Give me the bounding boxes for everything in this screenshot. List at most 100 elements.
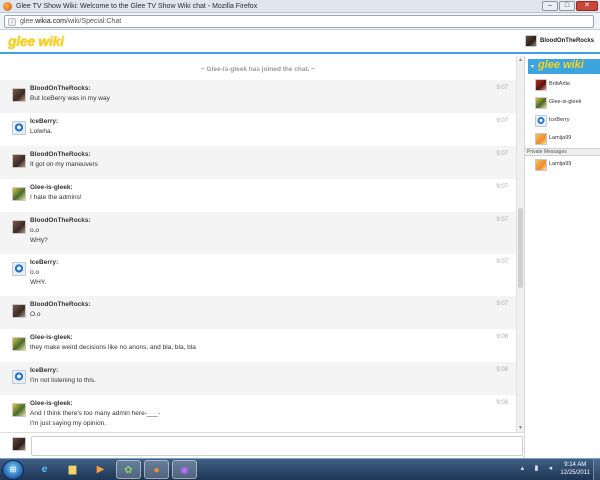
message-username[interactable]: BloodOnTheRocks: (30, 217, 516, 224)
avatar[interactable] (12, 220, 26, 234)
private-message-item[interactable]: Lamija99 (525, 157, 600, 175)
message-text: o.o (30, 269, 40, 276)
chat-message: IceBerry: 9:07 o.o WHY. (0, 254, 516, 296)
chat-message: Glee-is-gleek: 9:08 And I think there's to… (0, 395, 516, 432)
message-input[interactable] (31, 436, 523, 456)
windows-taskbar: ⊞ e ▆ ▶ ✿ ● ◉ ▴ ▮ ◂ 9:14 AM 12/25/2011 (0, 458, 600, 480)
message-username[interactable]: IceBerry: (30, 118, 516, 125)
minimize-button[interactable]: – (542, 1, 558, 11)
message-text: I'm just saying my opinion. (30, 420, 107, 427)
message-username[interactable]: IceBerry: (30, 259, 516, 266)
message-username[interactable]: BloodOnTheRocks: (30, 301, 516, 308)
message-timestamp: 9:07 (496, 259, 508, 265)
avatar[interactable] (12, 403, 26, 417)
chat-message: BloodOnTheRocks: 9:07 o.o WHy? (0, 212, 516, 254)
clock-time: 9:14 AM (564, 462, 587, 468)
avatar (535, 159, 547, 171)
browser-navbar: ↓ glee.wikia.com/wiki/Special:Chat (0, 13, 600, 30)
message-timestamp: 9:07 (496, 151, 508, 157)
folder-icon[interactable]: ▆ (60, 460, 85, 479)
message-timestamp: 9:08 (496, 400, 508, 406)
message-timestamp: 9:08 (496, 367, 508, 373)
collapse-triangle-icon[interactable]: ▼ (530, 64, 535, 70)
avatar[interactable] (12, 187, 26, 201)
message-text: O.o (30, 311, 41, 318)
message-timestamp: 9:08 (496, 334, 508, 340)
chat-message: BloodOnTheRocks: 9:07 But IceBerry was in … (0, 80, 516, 113)
sidebar-user-item[interactable]: BrittArtie (525, 77, 600, 95)
scroll-thumb[interactable] (518, 208, 523, 288)
chat-log: ~ Glee-is-gleek has joined the chat. ~ B… (0, 56, 516, 432)
wiki-logo[interactable]: glee wiki (8, 33, 64, 49)
message-username[interactable]: BloodOnTheRocks: (30, 151, 516, 158)
avatar[interactable] (12, 154, 26, 168)
avatar[interactable] (12, 262, 26, 276)
sidebar-user-item[interactable]: IceBerry (525, 113, 600, 131)
private-messages-list: Lamija99 (525, 157, 600, 175)
maximize-button[interactable]: □ (559, 1, 575, 11)
windows-start-icon[interactable]: ⊞ (2, 460, 24, 480)
window-title: Glee TV Show Wiki: Welcome to the Glee T… (16, 2, 258, 10)
url-text[interactable]: glee.wikia.com/wiki/Special:Chat (20, 18, 121, 25)
messenger-icon[interactable]: ✿ (116, 460, 141, 479)
tray-arrow-icon[interactable]: ▴ (518, 465, 526, 473)
sidebar-user-item[interactable]: Glee-is-gleek (525, 95, 600, 113)
message-text: I'm not listening to this. (30, 377, 96, 384)
avatar (535, 79, 547, 91)
purple-orb-icon[interactable]: ◉ (172, 460, 197, 479)
avatar[interactable] (12, 337, 26, 351)
scroll-up-icon[interactable]: ▲ (518, 57, 523, 63)
avatar (524, 35, 537, 47)
media-player-icon[interactable]: ▶ (88, 460, 113, 479)
message-username[interactable]: Glee-is-gleek: (30, 400, 516, 407)
message-text: Lolwha. (30, 128, 53, 135)
avatar (535, 97, 547, 109)
message-text: o.o (30, 227, 40, 234)
current-user[interactable]: BloodOnTheRocks (524, 35, 594, 47)
message-text: I hate the admins! (30, 194, 82, 201)
site-identity-icon[interactable]: ↓ (8, 17, 16, 26)
chat-message: IceBerry: 9:07 Lolwha. (0, 113, 516, 146)
address-bar[interactable]: ↓ glee.wikia.com/wiki/Special:Chat (4, 15, 594, 28)
network-icon[interactable]: ▮ (532, 465, 540, 473)
message-username[interactable]: Glee-is-gleek: (30, 334, 516, 341)
sidebar-wiki-header[interactable]: ▼ glee wiki (528, 59, 600, 74)
close-button[interactable]: ✕ (576, 1, 598, 11)
avatar[interactable] (12, 370, 26, 384)
chat-sidebar: ▼ glee wiki BrittArtie Glee-is-gleek IceBe… (524, 56, 600, 458)
clock[interactable]: 9:14 AM 12/25/2011 (560, 461, 590, 477)
avatar (535, 133, 547, 145)
volume-icon[interactable]: ◂ (546, 465, 554, 473)
sidebar-wordmark: glee wiki (538, 59, 584, 71)
sidebar-user-item[interactable]: Lamija99 (525, 131, 600, 149)
message-timestamp: 9:07 (496, 217, 508, 223)
show-desktop-button[interactable] (593, 459, 600, 480)
message-text: WHy? (30, 237, 48, 244)
chat-message: BloodOnTheRocks: 9:07 It got on my maneuve… (0, 146, 516, 179)
message-timestamp: 9:07 (496, 118, 508, 124)
message-timestamp: 9:07 (496, 85, 508, 91)
avatar[interactable] (12, 121, 26, 135)
message-text: And I think there's too many admin here-… (30, 410, 160, 417)
internet-explorer-icon[interactable]: e (32, 460, 57, 479)
message-timestamp: 9:07 (496, 184, 508, 190)
avatar[interactable] (12, 304, 26, 318)
message-username[interactable]: IceBerry: (30, 367, 516, 374)
scroll-down-icon[interactable]: ▼ (518, 425, 523, 431)
sidebar-user-name: Glee-is-gleek (549, 99, 582, 105)
private-messages-header: Private Messages (525, 148, 600, 156)
firefox-icon[interactable]: ● (144, 460, 169, 479)
clock-date: 12/25/2011 (560, 470, 590, 476)
avatar (535, 115, 547, 127)
message-username[interactable]: BloodOnTheRocks: (30, 85, 516, 92)
firefox-icon (3, 1, 12, 11)
system-tray: ▴ ▮ ◂ 9:14 AM 12/25/2011 (518, 461, 590, 477)
chat-message: Glee-is-gleek: 9:08 they make weird decisi… (0, 329, 516, 362)
chat-message: BloodOnTheRocks: 9:07 O.o (0, 296, 516, 329)
chat-scrollbar[interactable]: ▲ ▼ (516, 56, 524, 432)
window-controls: – □ ✕ (542, 1, 598, 11)
avatar[interactable] (12, 88, 26, 102)
message-text: they make weird decisions like no anons,… (30, 344, 196, 351)
message-username[interactable]: Glee-is-gleek: (30, 184, 516, 191)
chat-message: IceBerry: 9:08 I'm not listening to this. (0, 362, 516, 395)
